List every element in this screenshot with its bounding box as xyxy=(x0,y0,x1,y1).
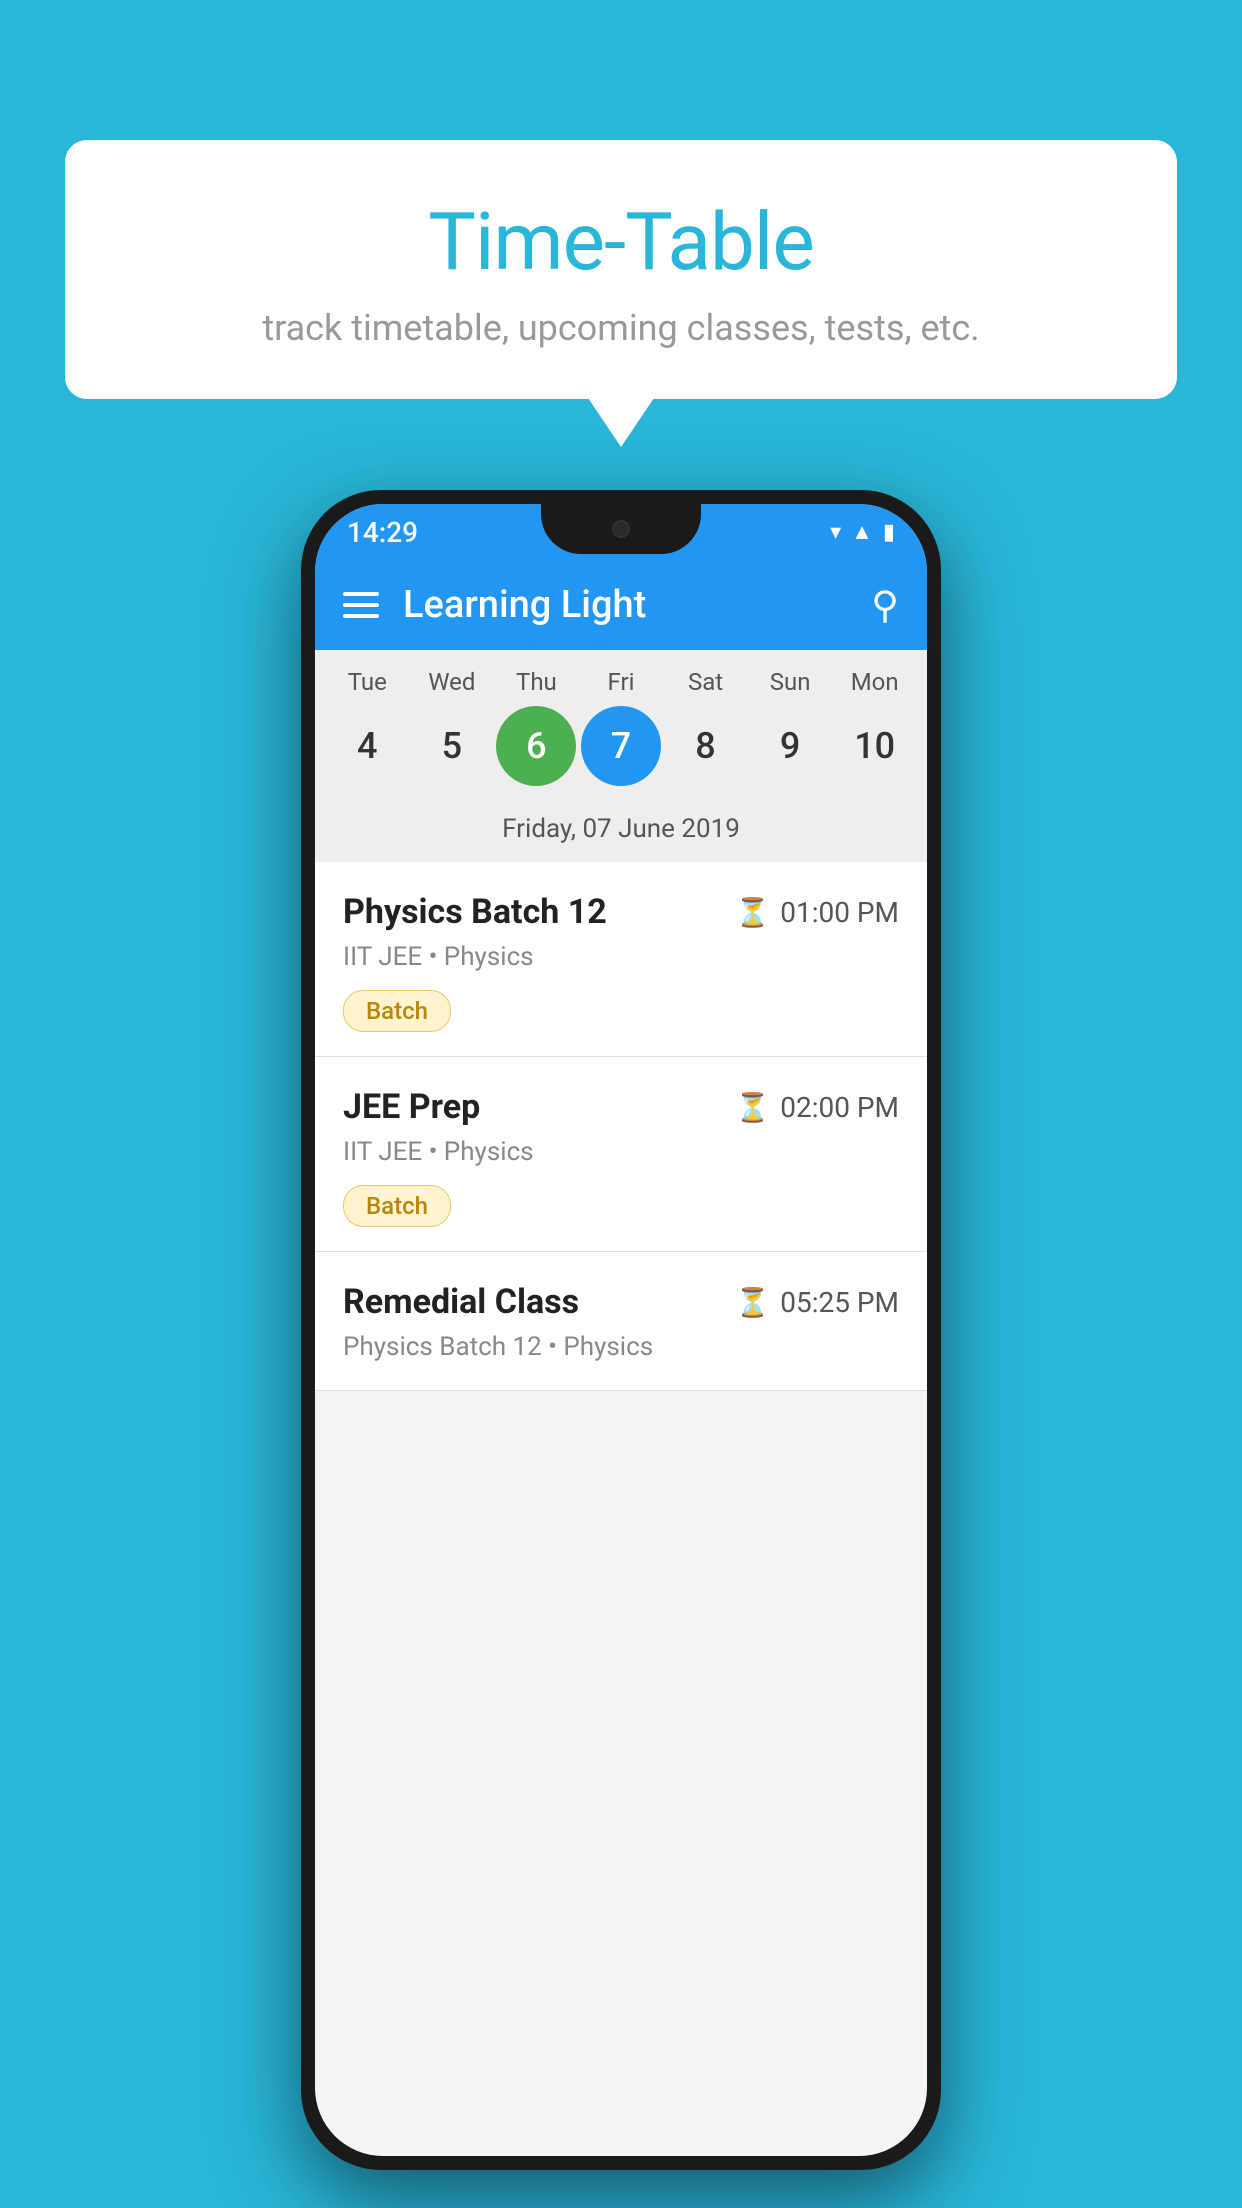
day-6-today[interactable]: 6 xyxy=(496,706,576,786)
schedule-item-1-header: Physics Batch 12 ⏳ 01:00 PM xyxy=(343,892,899,932)
phone-mockup: 14:29 ▾ ▲ ▮ Learning Light ⚲ xyxy=(301,490,941,2170)
day-header-mon: Mon xyxy=(835,668,915,696)
hamburger-line-1 xyxy=(343,592,379,596)
day-9[interactable]: 9 xyxy=(750,706,830,786)
day-5[interactable]: 5 xyxy=(412,706,492,786)
clock-icon-1: ⏳ xyxy=(735,896,770,929)
schedule-item-1-subtitle: IIT JEE • Physics xyxy=(343,942,899,972)
signal-icon: ▲ xyxy=(851,519,873,545)
day-header-tue: Tue xyxy=(327,668,407,696)
schedule-item-2-header: JEE Prep ⏳ 02:00 PM xyxy=(343,1087,899,1127)
schedule-item-2-time: ⏳ 02:00 PM xyxy=(735,1091,899,1124)
bubble-title: Time-Table xyxy=(125,195,1117,289)
phone-outer: 14:29 ▾ ▲ ▮ Learning Light ⚲ xyxy=(301,490,941,2170)
phone-screen: 14:29 ▾ ▲ ▮ Learning Light ⚲ xyxy=(315,504,927,2156)
schedule-item-2-title: JEE Prep xyxy=(343,1087,480,1127)
hamburger-line-3 xyxy=(343,614,379,618)
schedule-item-1-time: ⏳ 01:00 PM xyxy=(735,896,899,929)
clock-icon-3: ⏳ xyxy=(735,1286,770,1319)
day-header-wed: Wed xyxy=(412,668,492,696)
schedule-item-3-title: Remedial Class xyxy=(343,1282,579,1322)
hamburger-line-2 xyxy=(343,603,379,607)
app-title: Learning Light xyxy=(403,583,871,627)
day-4[interactable]: 4 xyxy=(327,706,407,786)
schedule-item-2-subtitle: IIT JEE • Physics xyxy=(343,1137,899,1167)
speech-bubble-section: Time-Table track timetable, upcoming cla… xyxy=(65,140,1177,399)
calendar-strip: Tue Wed Thu Fri Sat Sun Mon 4 5 6 7 8 9 … xyxy=(315,650,927,862)
schedule-item-2-badge: Batch xyxy=(343,1185,451,1227)
app-bar: Learning Light ⚲ xyxy=(315,560,927,650)
schedule-item-3-header: Remedial Class ⏳ 05:25 PM xyxy=(343,1282,899,1322)
speech-bubble: Time-Table track timetable, upcoming cla… xyxy=(65,140,1177,399)
schedule-item-3-subtitle: Physics Batch 12 • Physics xyxy=(343,1332,899,1362)
schedule-item-1[interactable]: Physics Batch 12 ⏳ 01:00 PM IIT JEE • Ph… xyxy=(315,862,927,1057)
day-7-selected[interactable]: 7 xyxy=(581,706,661,786)
status-icons: ▾ ▲ ▮ xyxy=(830,519,895,545)
battery-icon: ▮ xyxy=(883,520,895,545)
day-header-sat: Sat xyxy=(666,668,746,696)
schedule-item-1-title: Physics Batch 12 xyxy=(343,892,607,932)
day-headers: Tue Wed Thu Fri Sat Sun Mon xyxy=(315,668,927,696)
wifi-icon: ▾ xyxy=(830,520,841,545)
clock-icon-2: ⏳ xyxy=(735,1091,770,1124)
schedule-item-2-time-text: 02:00 PM xyxy=(780,1091,899,1124)
schedule-item-1-badge: Batch xyxy=(343,990,451,1032)
schedule-item-2[interactable]: JEE Prep ⏳ 02:00 PM IIT JEE • Physics Ba… xyxy=(315,1057,927,1252)
status-time: 14:29 xyxy=(347,516,418,549)
schedule-item-3-time: ⏳ 05:25 PM xyxy=(735,1286,899,1319)
schedule-list: Physics Batch 12 ⏳ 01:00 PM IIT JEE • Ph… xyxy=(315,862,927,1391)
day-header-fri: Fri xyxy=(581,668,661,696)
day-numbers: 4 5 6 7 8 9 10 xyxy=(315,696,927,804)
schedule-item-1-time-text: 01:00 PM xyxy=(780,896,899,929)
schedule-item-3[interactable]: Remedial Class ⏳ 05:25 PM Physics Batch … xyxy=(315,1252,927,1391)
day-header-sun: Sun xyxy=(750,668,830,696)
selected-date: Friday, 07 June 2019 xyxy=(315,804,927,862)
camera-dot xyxy=(612,520,630,538)
day-8[interactable]: 8 xyxy=(666,706,746,786)
bubble-subtitle: track timetable, upcoming classes, tests… xyxy=(125,307,1117,349)
day-header-thu: Thu xyxy=(496,668,576,696)
day-10[interactable]: 10 xyxy=(835,706,915,786)
search-icon[interactable]: ⚲ xyxy=(871,583,899,628)
schedule-item-3-time-text: 05:25 PM xyxy=(780,1286,899,1319)
hamburger-icon[interactable] xyxy=(343,592,379,618)
phone-notch xyxy=(541,504,701,554)
